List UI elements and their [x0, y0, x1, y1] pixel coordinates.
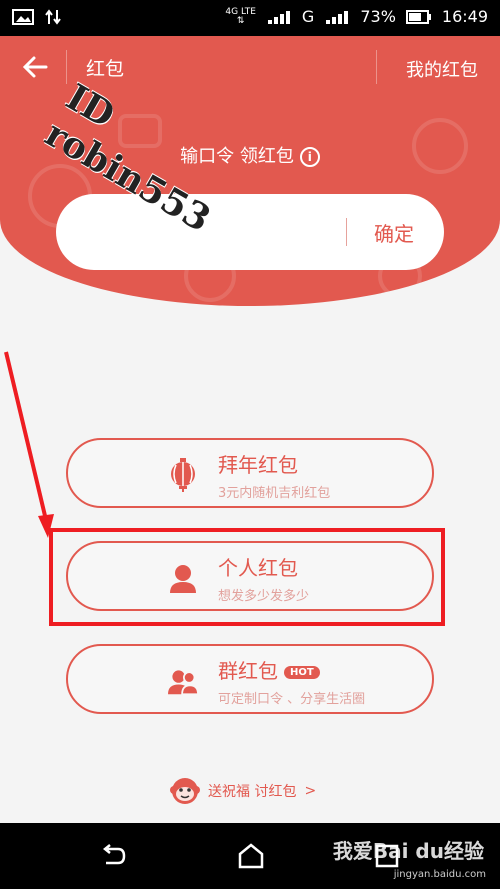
- clock: 16:49: [441, 7, 488, 26]
- image-notification-icon: [12, 9, 34, 25]
- highlight-frame: [49, 528, 445, 626]
- option-title: 拜年红包: [218, 453, 298, 477]
- send-blessings-link[interactable]: 送祝福 讨红包 >: [170, 776, 316, 806]
- signal-icon-2: [326, 10, 349, 24]
- baidu-watermark: 我爱Bai du经验: [332, 839, 484, 863]
- option-title: 群红包: [218, 659, 278, 683]
- network-indicator: 4G LTE ⇅: [225, 6, 256, 26]
- carrier-g-label: G: [301, 7, 315, 26]
- system-nav-bar: 我爱Bai du经验 jingyan.baidu.com: [0, 823, 500, 889]
- option-subtitle: 可定制口令 、分享生活圈: [218, 692, 366, 707]
- upload-download-icon: [45, 9, 61, 25]
- back-nav-icon[interactable]: [98, 841, 128, 871]
- baidu-url: jingyan.baidu.com: [393, 869, 486, 880]
- status-bar: 4G LTE ⇅ G 73% 16:49: [0, 0, 500, 36]
- monkey-icon: [170, 778, 200, 804]
- status-right: 4G LTE ⇅ G 73% 16:49: [225, 7, 488, 26]
- home-nav-icon[interactable]: [236, 841, 266, 871]
- back-arrow-icon[interactable]: [20, 52, 50, 82]
- option-title-row: 群红包 HOT: [218, 655, 320, 684]
- battery-icon: [405, 9, 431, 24]
- page-title: 红包: [86, 58, 125, 80]
- lantern-icon: [171, 458, 195, 492]
- chevron-right-icon: >: [304, 783, 317, 799]
- header-divider-right: [376, 50, 377, 84]
- signal-icon: [267, 10, 290, 24]
- hot-badge: HOT: [284, 666, 320, 679]
- my-hongbao-link[interactable]: 我的红包: [406, 56, 478, 82]
- option-new-year-hongbao[interactable]: 拜年红包 3元内随机吉利红包: [66, 438, 434, 508]
- battery-percent: 73%: [360, 7, 396, 26]
- status-left: [12, 8, 62, 26]
- group-icon: [168, 670, 198, 696]
- confirm-button[interactable]: 确定: [358, 218, 430, 247]
- option-subtitle: 3元内随机吉利红包: [218, 486, 331, 501]
- option-group-hongbao[interactable]: 群红包 HOT 可定制口令 、分享生活圈: [66, 644, 434, 714]
- header-panel: 红包 我的红包 输口令 领红包 i 确定 ID robin553: [0, 36, 500, 306]
- input-separator: [346, 218, 347, 246]
- info-icon[interactable]: i: [299, 147, 320, 167]
- annotation-arrow: [4, 351, 54, 538]
- send-blessings-text: 送祝福 讨红包: [208, 784, 297, 800]
- header-divider-left: [66, 50, 67, 84]
